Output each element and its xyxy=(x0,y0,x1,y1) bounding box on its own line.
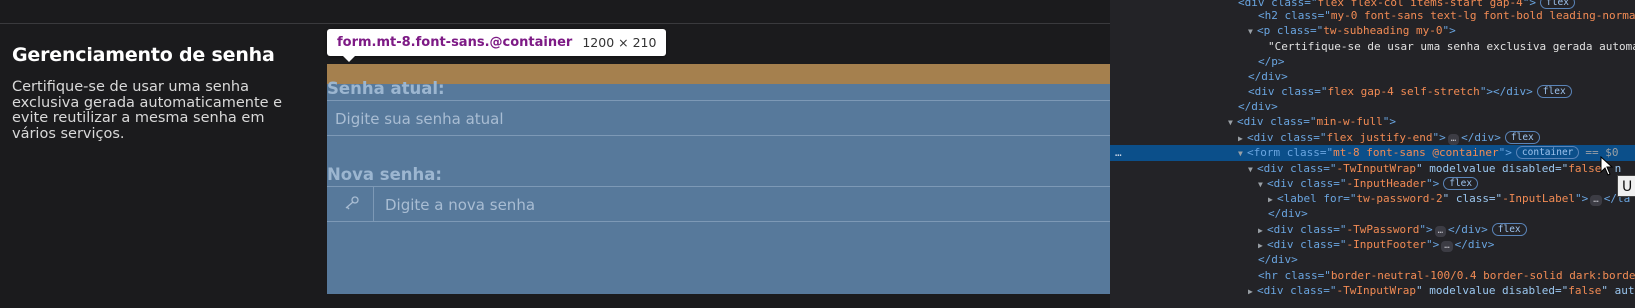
new-password-placeholder: Digite a nova senha xyxy=(385,196,536,214)
collapse-triangle-icon[interactable]: ▼ xyxy=(1238,146,1247,162)
current-password-label: Senha atual: xyxy=(327,79,445,98)
dom-node[interactable]: ▼ <div class="-InputHeader"> flex xyxy=(1110,176,1635,192)
ellipsis-button[interactable]: … xyxy=(1434,226,1447,237)
flex-badge[interactable]: flex xyxy=(1443,177,1479,190)
flex-badge[interactable]: flex xyxy=(1491,223,1527,236)
new-password-input[interactable]: Digite a nova senha xyxy=(327,186,1110,222)
new-password-label: Nova senha: xyxy=(327,165,443,184)
tooltip-dimensions: 1200 × 210 xyxy=(582,35,657,50)
mouse-cursor-icon xyxy=(1600,155,1614,181)
flex-badge[interactable]: flex xyxy=(1536,85,1572,98)
container-badge[interactable]: container xyxy=(1515,146,1580,159)
node-actions-icon[interactable]: … xyxy=(1115,145,1122,161)
dom-node[interactable]: </div> xyxy=(1110,69,1635,85)
ellipsis-button[interactable]: … xyxy=(1590,195,1602,206)
key-icon xyxy=(327,187,374,221)
dom-node[interactable]: ▼ <div class="min-w-full"> xyxy=(1110,114,1635,130)
dom-node[interactable]: </div> xyxy=(1110,99,1635,115)
collapse-triangle-icon[interactable]: ▼ xyxy=(1228,115,1237,131)
section-description: Certifique-se de usar uma senha exclusiv… xyxy=(12,79,283,142)
dom-node[interactable]: </p> xyxy=(1110,54,1635,70)
dom-node[interactable]: </div> xyxy=(1110,206,1635,222)
dom-node[interactable]: ▶ <label for="tw-password-2" class="-Inpu… xyxy=(1110,191,1635,207)
devtools-elements-panel: <div class="flex flex-col items-start ga… xyxy=(1110,0,1635,308)
flex-badge[interactable]: flex xyxy=(1504,131,1540,144)
dom-node[interactable]: ▶ <div class="-TwInputWrap" modelvalue di… xyxy=(1110,283,1635,299)
current-password-placeholder: Digite sua senha atual xyxy=(335,110,504,128)
tooltip-selector: form.mt-8.font-sans.@container xyxy=(337,35,573,50)
expand-triangle-icon[interactable]: ▶ xyxy=(1248,284,1257,300)
dom-node[interactable]: <hr class="border-neutral-100/0.4 border… xyxy=(1110,268,1635,284)
divider xyxy=(0,23,1110,24)
selected-dom-node-form[interactable]: … ▼ <form class="mt-8 font-sans @containe… xyxy=(1110,145,1635,161)
dom-node[interactable]: <h2 class="my-0 font-sans text-lg font-b… xyxy=(1110,8,1635,24)
dom-node[interactable]: <div class="flex gap-4 self-stretch"></d… xyxy=(1110,84,1635,100)
dom-node[interactable]: ▶ <div class="flex justify-end">… </div> fl… xyxy=(1110,130,1635,146)
dom-text-node[interactable]: "Certifique-se de usar uma senha exclusi… xyxy=(1110,39,1635,55)
current-password-input[interactable]: Digite sua senha atual xyxy=(327,100,1110,136)
section-title: Gerenciamento de senha xyxy=(12,44,275,66)
dom-node[interactable]: ▼ <p class="tw-subheading my-0"> xyxy=(1110,23,1635,39)
collapse-triangle-icon[interactable]: ▼ xyxy=(1248,24,1257,40)
dom-node[interactable]: ▶ <div class="-InputFooter">… </div> xyxy=(1110,237,1635,253)
dom-node[interactable]: ▶ <div class="-TwPassword">… </div> flex xyxy=(1110,222,1635,238)
dom-node[interactable]: </div> xyxy=(1110,252,1635,268)
dom-node[interactable]: ▼ <div class="-TwInputWrap" modelvalue di… xyxy=(1110,161,1635,177)
hover-tooltip: U xyxy=(1617,175,1635,197)
password-form-highlight: Senha atual: Digite sua senha atual Nova… xyxy=(327,64,1110,294)
ellipsis-button[interactable]: … xyxy=(1441,241,1453,252)
element-inspector-tooltip: form.mt-8.font-sans.@container 1200 × 21… xyxy=(327,29,667,62)
ellipsis-button[interactable]: … xyxy=(1447,134,1460,145)
settings-page: Gerenciamento de senha Certifique-se de … xyxy=(0,0,1110,308)
